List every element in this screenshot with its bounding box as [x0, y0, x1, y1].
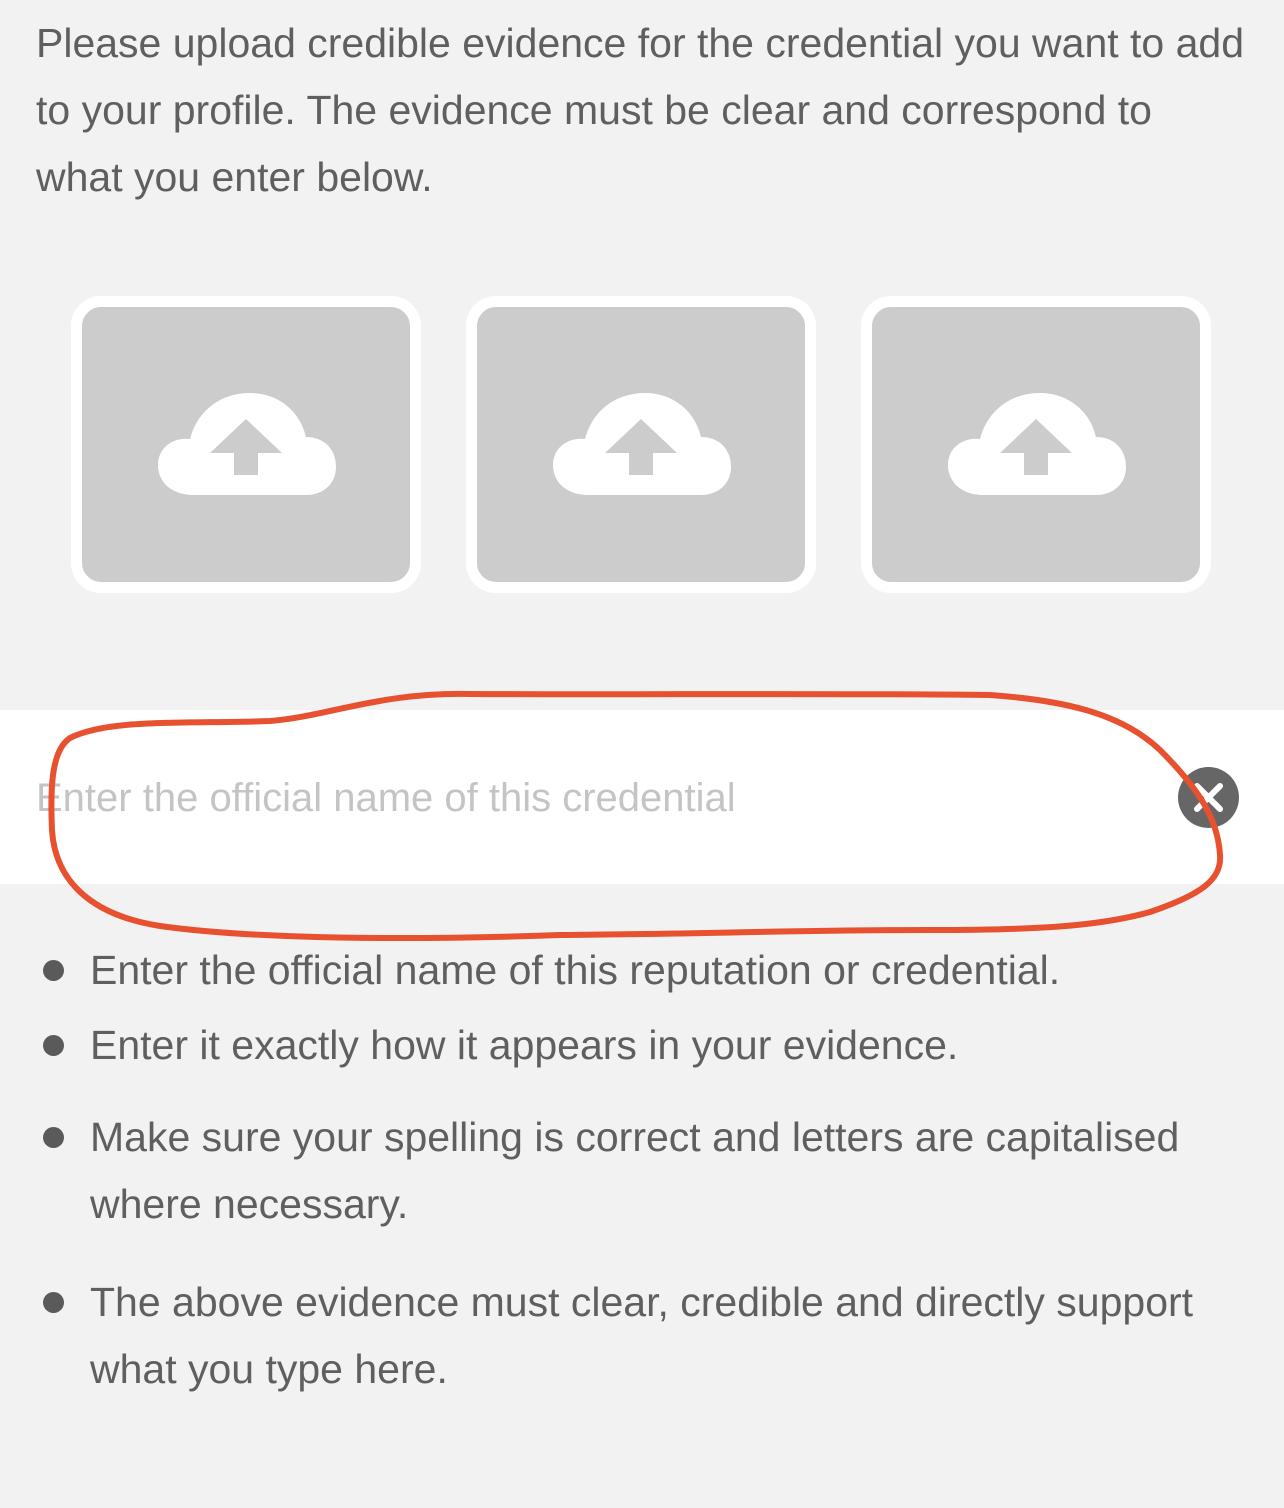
bullet-dot [43, 960, 64, 981]
evidence-upload-row [0, 0, 1284, 600]
list-item: Make sure your spelling is correct and l… [43, 1104, 1250, 1238]
cloud-upload-icon [158, 393, 336, 495]
list-item: Enter it exactly how it appears in your … [43, 1012, 1250, 1079]
guideline-text: Enter the official name of this reputati… [90, 947, 1061, 993]
credential-name-input[interactable] [36, 768, 1156, 828]
list-item: Enter the official name of this reputati… [43, 937, 1250, 1004]
list-item: The above evidence must clear, credible … [43, 1269, 1250, 1403]
bullet-dot [43, 1127, 64, 1148]
upload-evidence-slot-3[interactable] [861, 296, 1211, 593]
bullet-dot [43, 1035, 64, 1056]
bullet-dot [43, 1292, 64, 1313]
cloud-upload-icon [948, 393, 1126, 495]
guideline-text: Enter it exactly how it appears in your … [90, 1022, 959, 1068]
guideline-text: The above evidence must clear, credible … [90, 1279, 1194, 1392]
clear-circle-x-icon [1194, 783, 1223, 812]
guideline-text: Make sure your spelling is correct and l… [90, 1114, 1180, 1227]
upload-evidence-slot-2[interactable] [466, 296, 816, 593]
upload-evidence-slot-1[interactable] [71, 296, 421, 593]
clear-input-button[interactable] [1178, 767, 1239, 828]
cloud-upload-icon [553, 393, 731, 495]
credential-name-field-row [0, 710, 1284, 884]
